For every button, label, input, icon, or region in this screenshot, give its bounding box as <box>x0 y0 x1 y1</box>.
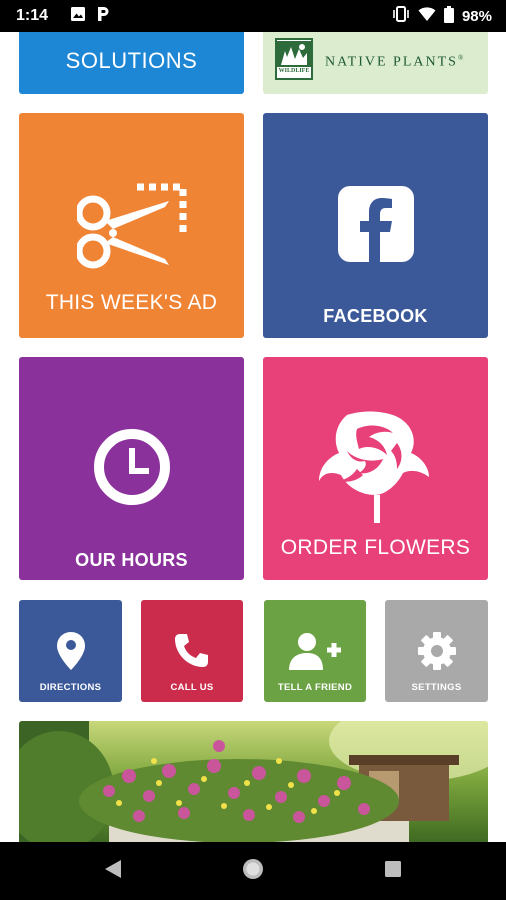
recents-button[interactable] <box>363 842 423 900</box>
settings-label: SETTINGS <box>411 682 462 693</box>
scissors-coupon-icon <box>75 181 187 276</box>
weekly-ad-tile[interactable]: THIS WEEK'S AD <box>19 113 244 338</box>
status-time: 1:14 <box>16 7 49 24</box>
order-flowers-label: ORDER FLOWERS <box>280 536 471 559</box>
navigation-bar <box>0 842 506 900</box>
tell-a-friend-tile[interactable]: TELL A FRIEND <box>264 600 366 702</box>
hanging-flower-basket-photo <box>19 721 488 842</box>
back-button[interactable] <box>83 842 143 900</box>
weekly-ad-label: THIS WEEK'S AD <box>45 291 218 314</box>
gear-icon <box>417 632 456 675</box>
battery-percent: 98% <box>461 7 492 25</box>
add-person-icon <box>289 632 341 675</box>
back-icon <box>104 859 122 884</box>
clock-icon <box>93 428 171 511</box>
call-us-label: CALL US <box>170 682 214 693</box>
call-us-tile[interactable]: CALL US <box>141 600 243 702</box>
parking-icon <box>96 6 110 27</box>
battery-icon <box>443 5 454 27</box>
wildlife-logo-text: WILDLIFE <box>278 68 310 74</box>
facebook-tile[interactable]: FACEBOOK <box>263 113 488 338</box>
solutions-tile[interactable]: SOLUTIONS <box>19 32 244 94</box>
wildlife-logo: WILDLIFE <box>275 38 313 80</box>
directions-tile[interactable]: DIRECTIONS <box>19 600 122 702</box>
native-plants-tile[interactable]: WILDLIFE NATIVE PLANTS® <box>263 32 488 94</box>
banner-photo[interactable] <box>19 721 488 842</box>
tell-a-friend-label: TELL A FRIEND <box>277 682 353 693</box>
native-plants-label: NATIVE PLANTS® <box>325 54 466 70</box>
location-pin-icon <box>56 632 85 675</box>
status-bar: 1:14 98% <box>0 0 506 32</box>
rose-icon <box>317 411 435 528</box>
directions-label: DIRECTIONS <box>39 682 102 693</box>
vibrate-icon <box>392 6 410 26</box>
recents-icon <box>384 860 402 883</box>
image-icon <box>70 6 86 27</box>
phone-icon <box>174 632 210 673</box>
facebook-label: FACEBOOK <box>323 306 428 326</box>
home-icon <box>242 858 264 885</box>
solutions-label: SOLUTIONS <box>65 48 198 73</box>
home-button[interactable] <box>223 842 283 900</box>
wifi-icon <box>418 6 436 26</box>
facebook-icon <box>337 186 414 267</box>
our-hours-label: OUR HOURS <box>75 550 188 570</box>
our-hours-tile[interactable]: OUR HOURS <box>19 357 244 580</box>
settings-tile[interactable]: SETTINGS <box>385 600 488 702</box>
order-flowers-tile[interactable]: ORDER FLOWERS <box>263 357 488 580</box>
